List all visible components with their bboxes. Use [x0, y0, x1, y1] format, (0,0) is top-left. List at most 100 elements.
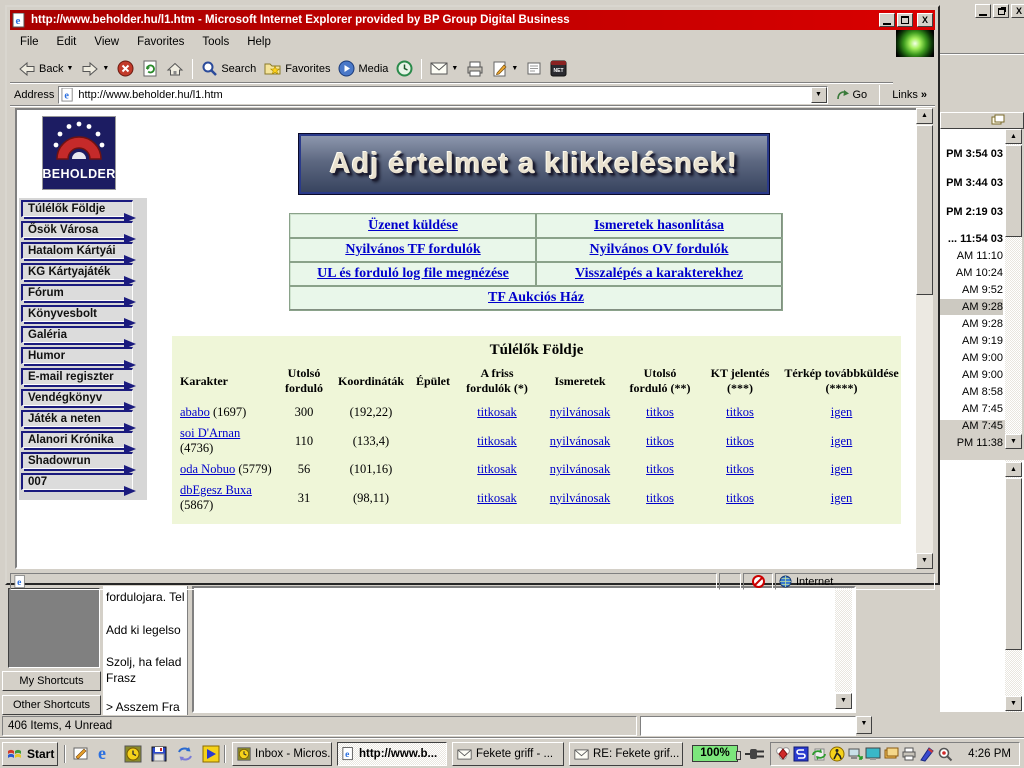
- battery-meter[interactable]: 100%: [692, 745, 738, 762]
- forward-button[interactable]: ▼: [77, 57, 113, 81]
- mail-button[interactable]: ▼: [426, 57, 462, 81]
- scroll-down-icon[interactable]: ▼: [856, 716, 872, 734]
- chevron-down-icon[interactable]: ▼: [451, 65, 458, 72]
- outlook-restore-button[interactable]: [993, 4, 1009, 18]
- menu-help[interactable]: Help: [247, 36, 271, 48]
- mail-row[interactable]: 03 3:54 PM: [940, 146, 1003, 162]
- nav-item-hatalom-kartyai[interactable]: Hatalom Kártyái: [21, 242, 145, 263]
- fresh-rounds-link[interactable]: titkosak: [477, 491, 517, 505]
- task-inbox[interactable]: Inbox - Micros...: [232, 742, 332, 766]
- ie-title-bar[interactable]: e http://www.beholder.hu/l1.htm - Micros…: [10, 10, 935, 30]
- nav-item-email-regiszter[interactable]: E-mail regiszter: [21, 368, 145, 389]
- search-button[interactable]: Search: [197, 57, 260, 81]
- tray-red-gem-icon[interactable]: [775, 746, 791, 762]
- tray-folders-icon[interactable]: [883, 746, 899, 762]
- mail-list[interactable]: 03 3:54 PM 03 3:44 PM 03 2:19 PM 03 11:5…: [940, 129, 1005, 420]
- scrollbar-thumb[interactable]: [1005, 145, 1022, 237]
- nav-item-konyvesbolt[interactable]: Könyvesbolt: [21, 305, 145, 326]
- tray-search-icon[interactable]: [937, 746, 953, 762]
- nav-item-vendegkonyv[interactable]: Vendégkönyv: [21, 389, 145, 410]
- mail-row[interactable]: 9:52 AM: [940, 282, 1003, 298]
- outlook-minimize-button[interactable]: [975, 4, 991, 18]
- mail-row[interactable]: 9:00 AM: [940, 350, 1003, 366]
- browser-scrollbar[interactable]: ▲ ▼: [916, 108, 933, 569]
- kt-report-link[interactable]: titkos: [726, 462, 754, 476]
- ie-maximize-button[interactable]: [897, 13, 913, 27]
- character-link[interactable]: soi D'Arnan: [180, 426, 240, 440]
- task-browser[interactable]: e http://www.b...: [337, 742, 447, 766]
- go-button[interactable]: Go: [832, 85, 872, 105]
- kt-report-link[interactable]: titkos: [726, 405, 754, 419]
- nav-item-galeria[interactable]: Galéria: [21, 326, 145, 347]
- scrollbar-thumb[interactable]: [916, 125, 933, 295]
- scroll-up-icon[interactable]: ▲: [916, 108, 933, 124]
- tray-network-icon[interactable]: [847, 746, 863, 762]
- ul-log-file-link[interactable]: UL és forduló log file megnézése: [317, 266, 509, 281]
- scroll-down-icon[interactable]: ▼: [835, 693, 852, 709]
- visszalepes-link[interactable]: Visszalépés a karakterekhez: [575, 266, 743, 281]
- scroll-up-icon[interactable]: ▲: [1005, 462, 1022, 477]
- media-button[interactable]: Media: [334, 57, 392, 81]
- back-button[interactable]: Back▼: [14, 57, 77, 81]
- other-shortcuts-button[interactable]: Other Shortcuts: [2, 695, 101, 715]
- outlook-splitter[interactable]: [940, 449, 1024, 460]
- beholder-logo[interactable]: BEHOLDER: [42, 116, 116, 190]
- message-pane-scrollbar[interactable]: [835, 588, 852, 692]
- map-forward-link[interactable]: igen: [831, 434, 853, 448]
- ismeretek-hasonlitasa-link[interactable]: Ismeretek hasonlítása: [594, 218, 724, 233]
- mail-row[interactable]: 11:10 AM: [940, 248, 1003, 264]
- knowledge-link[interactable]: nyilvánosak: [550, 491, 610, 505]
- nav-item-forum[interactable]: Fórum: [21, 284, 145, 305]
- task-mail-2[interactable]: RE: Fekete grif...: [569, 742, 683, 766]
- character-link[interactable]: oda Nobuo: [180, 462, 235, 476]
- uzenet-kuldese-link[interactable]: Üzenet küldése: [368, 218, 458, 233]
- power-plug-icon[interactable]: [744, 747, 766, 761]
- mail-row[interactable]: 9:19 AM: [940, 333, 1003, 349]
- mail-row[interactable]: 10:24 AM: [940, 265, 1003, 281]
- last-round-link[interactable]: titkos: [646, 405, 674, 419]
- chevron-down-icon[interactable]: ▼: [66, 65, 73, 72]
- knowledge-link[interactable]: nyilvánosak: [550, 434, 610, 448]
- refresh-button[interactable]: [138, 57, 162, 81]
- scroll-down-icon[interactable]: ▼: [1005, 434, 1022, 449]
- mail-row[interactable]: 8:58 AM: [940, 384, 1003, 400]
- stop-button[interactable]: [113, 57, 138, 81]
- mail-row[interactable]: 9:00 AM: [940, 367, 1003, 383]
- mail-row[interactable]: 7:45 AM: [940, 401, 1003, 417]
- banner[interactable]: Adj értelmet a klikkelésnek!: [299, 134, 769, 194]
- quicklaunch-floppy-icon[interactable]: [150, 745, 168, 763]
- my-shortcuts-button[interactable]: My Shortcuts: [2, 671, 101, 691]
- edit-button[interactable]: ▼: [488, 57, 522, 81]
- mail-row[interactable]: 9:28 AM: [940, 316, 1003, 332]
- tray-pen-icon[interactable]: [919, 746, 935, 762]
- nav-item-jatek-a-neten[interactable]: Játék a neten: [21, 410, 145, 431]
- mail-row[interactable]: 7:45 AM: [940, 418, 1003, 434]
- fresh-rounds-link[interactable]: titkosak: [477, 405, 517, 419]
- nav-item-007[interactable]: 007: [21, 473, 145, 494]
- map-forward-link[interactable]: igen: [831, 405, 853, 419]
- task-mail-1[interactable]: Fekete griff - ...: [452, 742, 564, 766]
- tray-display-icon[interactable]: [865, 746, 881, 762]
- mail-row[interactable]: 03 2:19 PM: [940, 204, 1003, 220]
- nyilvanos-tf-fordulok-link[interactable]: Nyilvános TF fordulók: [345, 242, 480, 257]
- nav-item-tulelok-foldje[interactable]: Túlélők Földje: [21, 200, 145, 221]
- address-dropdown-button[interactable]: ▼: [811, 87, 827, 103]
- fresh-rounds-link[interactable]: titkosak: [477, 434, 517, 448]
- tray-sync-icon[interactable]: [811, 746, 827, 762]
- nav-item-humor[interactable]: Humor: [21, 347, 145, 368]
- print-button[interactable]: [462, 57, 488, 81]
- mail-list-header[interactable]: [940, 112, 1024, 129]
- tray-blue-square-icon[interactable]: [793, 746, 809, 762]
- quicklaunch-ie-icon[interactable]: e: [98, 743, 106, 764]
- home-button[interactable]: [162, 57, 188, 81]
- taskbar-clock[interactable]: 4:26 PM: [968, 748, 1015, 760]
- address-input[interactable]: e http://www.beholder.hu/l1.htm ▼: [58, 86, 827, 104]
- scroll-up-icon[interactable]: ▲: [1005, 129, 1022, 144]
- scroll-down-icon[interactable]: ▼: [916, 553, 933, 569]
- menu-file[interactable]: File: [20, 36, 39, 48]
- tray-scheduler-icon[interactable]: [829, 746, 845, 762]
- menu-favorites[interactable]: Favorites: [137, 36, 184, 48]
- tray-printer-icon[interactable]: [901, 746, 917, 762]
- scrollbar-thumb[interactable]: [1005, 478, 1022, 650]
- character-link[interactable]: dbEgesz Buxa: [180, 483, 252, 497]
